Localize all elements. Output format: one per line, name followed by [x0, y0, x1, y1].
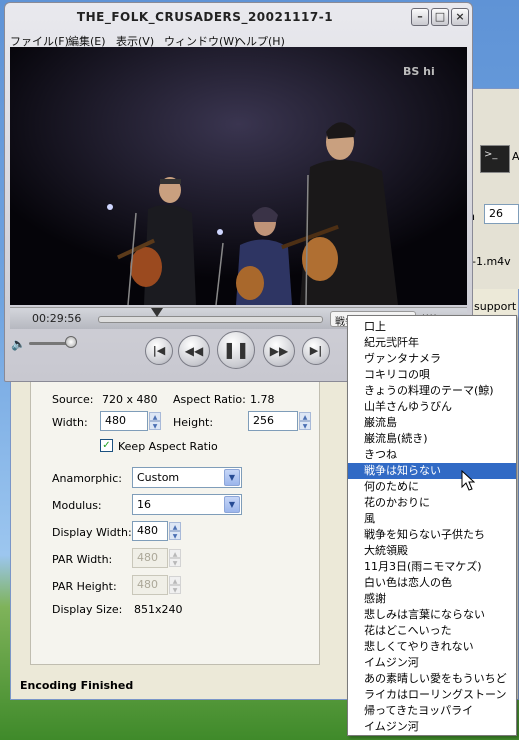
chapter-item[interactable]: きょうの料理のテーマ(鯨) [348, 383, 516, 399]
modulus-value: 16 [137, 498, 151, 511]
pause-button[interactable]: ❚❚ [217, 331, 255, 369]
chapter-item[interactable]: 口上 [348, 319, 516, 335]
aspect-ratio-value: 1.78 [250, 393, 275, 406]
chapter-item[interactable]: 戦争を知らない子供たち [348, 527, 516, 543]
width-input[interactable]: 480 [100, 411, 148, 431]
chapter-item[interactable]: ヴァンタナメラ [348, 351, 516, 367]
display-size-value: 851x240 [134, 603, 183, 616]
output-file-suffix: -1.m4v [472, 255, 511, 268]
rewind-button[interactable]: ◀◀ [178, 335, 210, 367]
anamorphic-value: Custom [137, 471, 180, 484]
next-chapter-button[interactable]: ▶| [302, 337, 330, 365]
playhead-icon[interactable] [150, 308, 163, 317]
par-height-input: 480 [132, 575, 168, 595]
display-width-spinner[interactable]: ▲ ▼ [169, 522, 181, 540]
chapter-item[interactable]: コキリコの唄 [348, 367, 516, 383]
speaker-icon: 🔈 [11, 337, 26, 351]
terminal-icon[interactable]: >_ [480, 145, 510, 173]
chapter-item[interactable]: 巌流島 [348, 415, 516, 431]
chapter-item[interactable]: 戦争は知らない [348, 463, 516, 479]
modulus-select[interactable]: 16 ▼ [132, 494, 242, 515]
channel-logo: BS hi [403, 65, 435, 78]
chapter-item[interactable]: 花はどこへいった [348, 623, 516, 639]
chapter-item[interactable]: 感謝 [348, 591, 516, 607]
par-width-spinner: ▲ ▼ [169, 549, 181, 567]
anamorphic-label: Anamorphic: [52, 472, 122, 485]
chevron-down-icon[interactable]: ▼ [224, 496, 240, 513]
status-text: Encoding Finished [20, 679, 134, 692]
chapter-item[interactable]: 悲しみは言葉にならない [348, 607, 516, 623]
chapter-item[interactable]: 何のために [348, 479, 516, 495]
current-time: 00:29:56 [32, 312, 82, 325]
chapter-item[interactable]: きつね [348, 447, 516, 463]
minimize-button[interactable]: – [411, 8, 429, 26]
support-label: support [474, 300, 517, 313]
keep-aspect-label: Keep Aspect Ratio [118, 440, 218, 453]
source-label: Source: [52, 393, 94, 406]
source-value: 720 x 480 [102, 393, 158, 406]
modulus-label: Modulus: [52, 499, 102, 512]
maximize-button[interactable]: □ [431, 8, 449, 26]
video-frame[interactable]: BS hi [10, 47, 467, 305]
aspect-ratio-label: Aspect Ratio: [173, 393, 246, 406]
width-spinner[interactable]: ▲ ▼ [149, 412, 161, 430]
height-input[interactable]: 256 [248, 411, 298, 431]
par-height-spinner: ▲ ▼ [169, 576, 181, 594]
par-width-label: PAR Width: [52, 553, 113, 566]
volume-knob[interactable] [65, 336, 77, 348]
chapter-item[interactable]: 11月3日(雨ニモマケズ) [348, 559, 516, 575]
width-label: Width: [52, 416, 88, 429]
chapter-item[interactable]: 帰ってきたヨッパライ [348, 703, 516, 719]
display-width-input[interactable]: 480 [132, 521, 168, 541]
terminal-label: A [512, 150, 519, 163]
close-button[interactable]: × [451, 8, 469, 26]
window-title: THE_FOLK_CRUSADERS_20021117-1 [76, 10, 334, 24]
chapter-item[interactable]: 山羊さんゆうびん [348, 399, 516, 415]
height-label: Height: [173, 416, 214, 429]
scrubber-track[interactable] [98, 316, 323, 323]
previous-chapter-button[interactable]: |◀ [145, 337, 173, 365]
chapter-dropdown-list[interactable]: 口上 紀元弐阡年 ヴァンタナメラ コキリコの唄 きょうの料理のテーマ(鯨) 山羊さんゆうび… [347, 315, 517, 736]
chapter-item[interactable]: 風 [348, 511, 516, 527]
mouse-cursor-icon [461, 470, 475, 491]
chevron-down-icon[interactable]: ▼ [224, 469, 240, 486]
par-width-input: 480 [132, 548, 168, 568]
display-size-label: Display Size: [52, 603, 123, 616]
anamorphic-select[interactable]: Custom ▼ [132, 467, 242, 488]
chapter-item[interactable]: 巌流島(続き) [348, 431, 516, 447]
concert-image [10, 47, 467, 305]
chapter-item[interactable]: イムジン河 [348, 719, 516, 735]
par-height-label: PAR Height: [52, 580, 117, 593]
right-field-input[interactable]: 26 [484, 204, 519, 224]
chapter-item[interactable]: ライカはローリングストーン [348, 687, 516, 703]
height-spinner[interactable]: ▲ ▼ [299, 412, 311, 430]
chapter-item[interactable]: 大統領殿 [348, 543, 516, 559]
chapter-item[interactable]: イムジン河 [348, 655, 516, 671]
chapter-item[interactable]: 花のかおりに [348, 495, 516, 511]
chapter-item[interactable]: 紀元弐阡年 [348, 335, 516, 351]
player-titlebar[interactable]: THE_FOLK_CRUSADERS_20021117-1 – □ × [5, 3, 472, 31]
chapter-item[interactable]: 悲しくてやりきれない [348, 639, 516, 655]
chapter-item[interactable]: 白い色は恋人の色 [348, 575, 516, 591]
keep-aspect-checkbox[interactable]: ✓ [100, 439, 113, 452]
chapter-item[interactable]: あの素晴しい愛をもういちど [348, 671, 516, 687]
fast-forward-button[interactable]: ▶▶ [263, 335, 295, 367]
display-width-label: Display Width: [52, 526, 132, 539]
